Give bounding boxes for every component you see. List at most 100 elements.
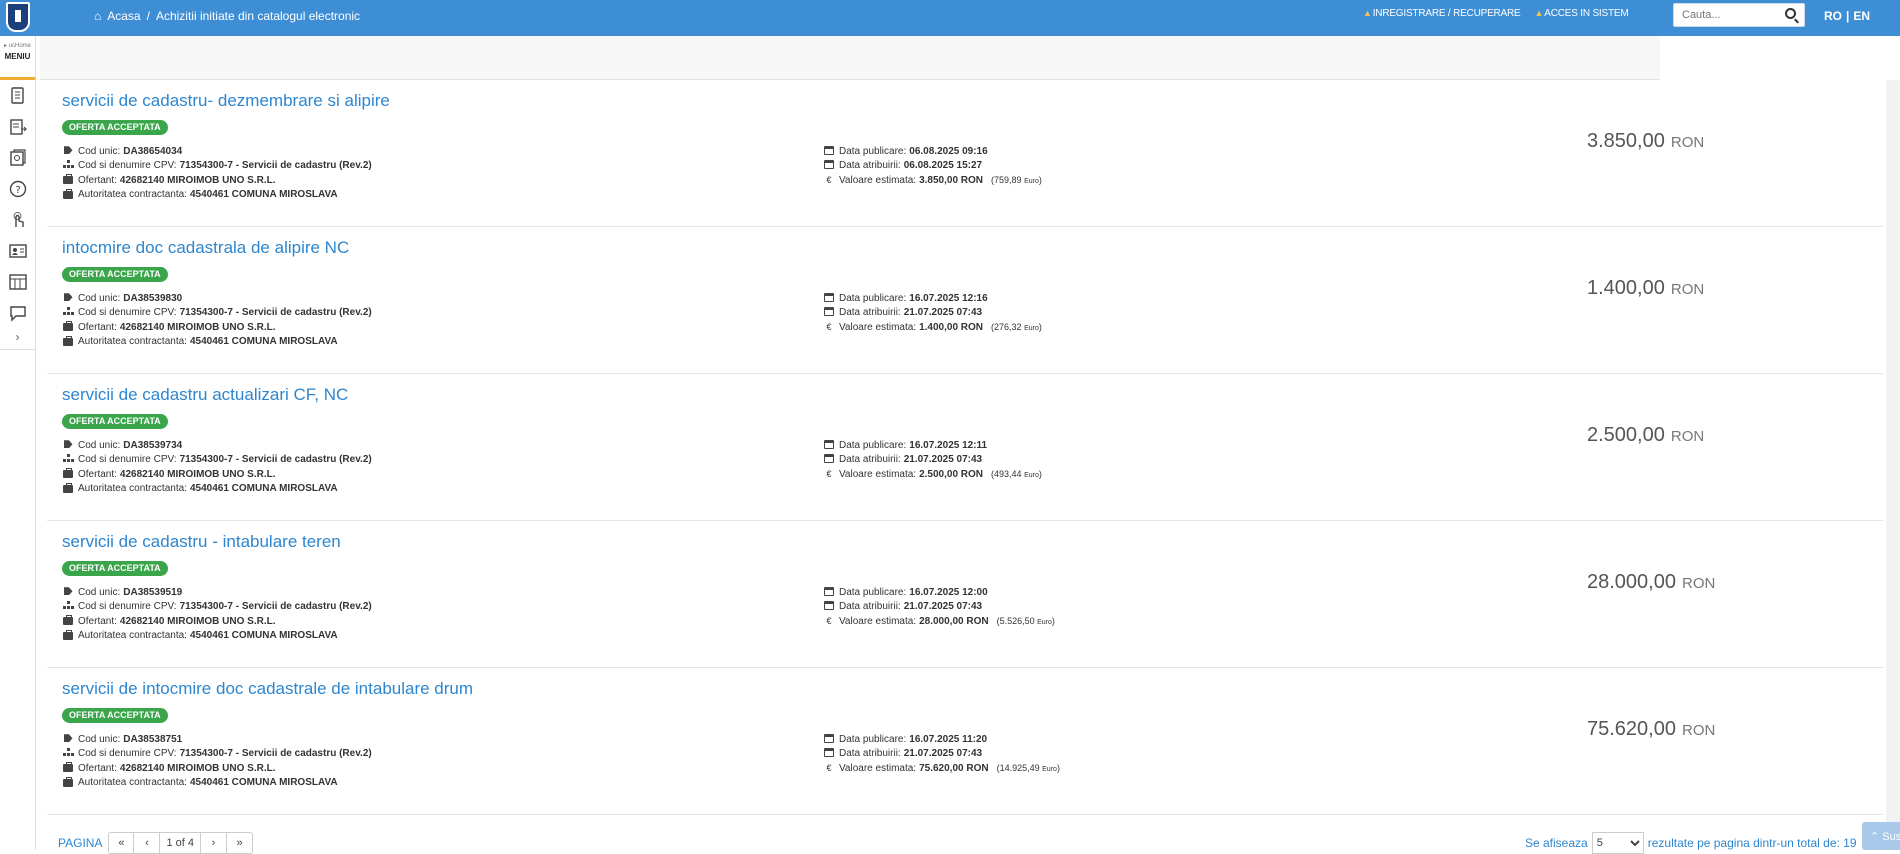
lang-separator: | — [1846, 9, 1850, 23]
publicare-label: Data publicare: — [839, 292, 907, 304]
sitemap-icon — [62, 454, 74, 465]
cpv-label: Cod si denumire CPV: — [78, 601, 177, 613]
publicare-label: Data publicare: — [839, 733, 907, 745]
page-size-select[interactable]: 5 — [1591, 832, 1644, 854]
atribuire-value: 21.07.2025 07:43 — [903, 307, 983, 319]
calendar-icon — [823, 307, 835, 318]
login-link[interactable]: ▲ACCES IN SISTEM — [1535, 8, 1629, 19]
ofertant-value: 42682140 MIROIMOB UNO S.R.L. — [119, 762, 276, 774]
euro-unit: Euro — [1024, 178, 1039, 186]
item-title-link[interactable]: servicii de cadastru- dezmembrare si ali… — [62, 91, 390, 111]
document-icon[interactable] — [0, 80, 36, 111]
calendar-icon — [823, 733, 835, 745]
item-title-link[interactable]: servicii de intocmire doc cadastrale de … — [62, 679, 473, 699]
publicare-label: Data publicare: — [839, 145, 907, 157]
briefcase-icon — [62, 174, 74, 185]
results-list: servicii de cadastru- dezmembrare si ali… — [47, 80, 1883, 815]
atribuire-label: Data atribuirii: — [839, 601, 901, 613]
euro-value: (493,44 Euro) — [991, 469, 1042, 480]
price-value: 28.000,00 — [1587, 571, 1676, 593]
valoare-label: Valoare estimata: — [839, 762, 917, 774]
euro-icon: € — [826, 763, 832, 774]
publicare-label: Data publicare: — [839, 439, 907, 451]
ofertant-label: Ofertant: — [78, 174, 117, 186]
cpv-value: 71354300-7 - Servicii de cadastru (Rev.2… — [179, 748, 372, 760]
price-currency: RON — [1681, 722, 1716, 739]
register-link[interactable]: ▲INREGISTRARE / RECUPERARE — [1363, 8, 1521, 19]
status-badge: OFERTA ACCEPTATA — [62, 708, 168, 723]
ofertant-label: Ofertant: — [78, 762, 117, 774]
help-icon[interactable]: ? — [0, 173, 36, 204]
list-arrow-icon[interactable] — [0, 111, 36, 142]
item-price: 3.850,00 RON — [1587, 130, 1777, 153]
item-title-link[interactable]: servicii de cadastru actualizari CF, NC — [62, 385, 348, 405]
home-icon[interactable]: ⌂ — [94, 9, 101, 23]
last-page-button[interactable]: » — [227, 832, 253, 854]
briefcase-icon — [62, 188, 74, 200]
toolbar-strip-end — [1660, 36, 1900, 80]
ofertant-label: Ofertant: — [78, 321, 117, 333]
pagination: PAGINA « ‹ 1 of 4 › » — [58, 832, 253, 854]
cpv-value: 71354300-7 - Servicii de cadastru (Rev.2… — [179, 454, 372, 466]
cod-label: Cod unic: — [78, 145, 121, 157]
pagination-label: PAGINA — [58, 836, 103, 850]
euro-value: (5.526,50 Euro) — [996, 616, 1055, 627]
list-item: intocmire doc cadastrala de alipire NC OF… — [47, 227, 1883, 374]
calendar-icon — [823, 601, 835, 612]
site-logo[interactable] — [6, 2, 30, 32]
euro-unit: Euro — [1042, 766, 1057, 774]
register-label: INREGISTRARE / RECUPERARE — [1372, 8, 1521, 19]
book-icon[interactable] — [0, 142, 36, 173]
atribuire-label: Data atribuirii: — [839, 307, 901, 319]
menu-toggle[interactable]: ▸ ucHome MENIU — [0, 36, 35, 80]
back-to-top-button[interactable]: ⌃ Sus — [1862, 822, 1900, 850]
euro-icon: € — [826, 175, 832, 186]
item-price: 2.500,00 RON — [1587, 424, 1777, 447]
autoritate-label: Autoritatea contractanta: — [78, 189, 187, 201]
side-menu: ▸ ucHome MENIU ? › — [0, 36, 36, 850]
ofertant-value: 42682140 MIROIMOB UNO S.R.L. — [119, 615, 276, 627]
cod-label: Cod unic: — [78, 733, 121, 745]
cpv-value: 71354300-7 - Servicii de cadastru (Rev.2… — [179, 160, 372, 172]
contact-card-icon[interactable] — [0, 235, 36, 266]
atribuire-value: 21.07.2025 07:43 — [903, 454, 983, 466]
catalog-icon[interactable] — [0, 266, 36, 297]
autoritate-value: 4540461 COMUNA MIROSLAVA — [189, 777, 338, 789]
calendar-icon — [823, 586, 835, 598]
valoare-value: 28.000,00 RON — [919, 615, 989, 627]
autoritate-label: Autoritatea contractanta: — [78, 630, 187, 642]
cpv-label: Cod si denumire CPV: — [78, 454, 177, 466]
touch-icon[interactable] — [0, 204, 36, 235]
item-title-link[interactable]: intocmire doc cadastrala de alipire NC — [62, 238, 349, 258]
top-nav-links: ▲INREGISTRARE / RECUPERARE ▲ACCES IN SIS… — [1363, 8, 1629, 19]
menu-expand-button[interactable]: › — [0, 330, 35, 350]
first-page-button[interactable]: « — [108, 832, 135, 854]
briefcase-icon — [62, 615, 74, 626]
scrollbar[interactable] — [1886, 80, 1900, 850]
login-label: ACCES IN SISTEM — [1544, 8, 1629, 19]
publicare-value: 16.07.2025 12:16 — [909, 292, 988, 304]
euro-icon: € — [826, 322, 832, 333]
status-badge: OFERTA ACCEPTATA — [62, 561, 168, 576]
search-input[interactable] — [1674, 4, 1774, 26]
euro-amount: (276,32 — [991, 322, 1022, 333]
tag-icon — [62, 146, 74, 156]
next-page-button[interactable]: › — [201, 832, 227, 854]
item-dates: Data publicare: 16.07.2025 12:16 Data atri… — [823, 291, 1042, 335]
cpv-value: 71354300-7 - Servicii de cadastru (Rev.2… — [179, 601, 372, 613]
euro-icon: € — [826, 469, 832, 480]
briefcase-icon — [62, 629, 74, 641]
prev-page-button[interactable]: ‹ — [134, 832, 161, 854]
euro-unit: Euro — [1024, 472, 1039, 480]
chat-icon[interactable] — [0, 297, 36, 328]
search-icon[interactable] — [1785, 8, 1796, 19]
euro-unit: Euro — [1037, 619, 1052, 627]
ofertant-label: Ofertant: — [78, 615, 117, 627]
language-switcher: RO | EN — [1824, 9, 1870, 23]
cod-value: DA38654034 — [123, 145, 183, 157]
breadcrumb-home[interactable]: Acasa — [107, 9, 140, 23]
lang-en[interactable]: EN — [1853, 9, 1870, 23]
lang-ro[interactable]: RO — [1824, 9, 1842, 23]
item-title-link[interactable]: servicii de cadastru - intabulare teren — [62, 532, 341, 552]
tag-icon — [62, 587, 74, 597]
